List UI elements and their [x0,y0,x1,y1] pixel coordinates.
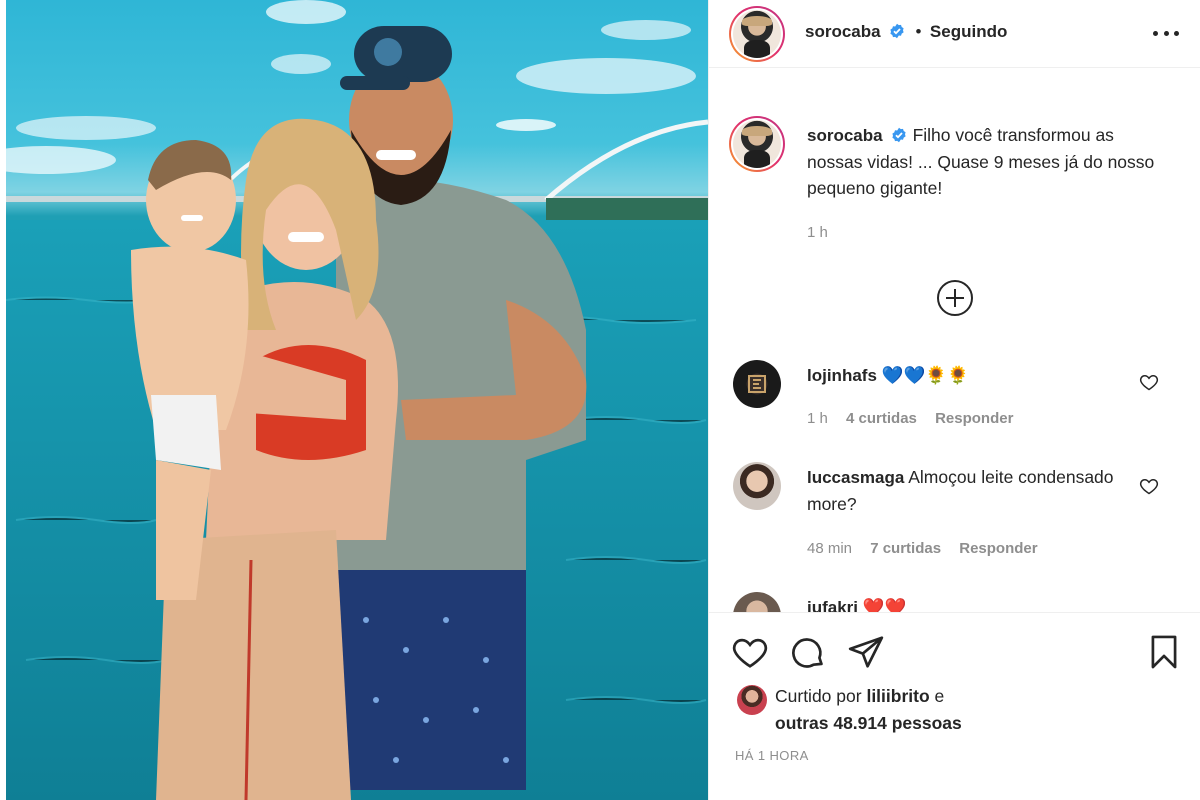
commenter-username[interactable]: luccasmaga [807,468,904,487]
heart-icon[interactable] [1139,372,1159,392]
more-options-icon[interactable] [1153,22,1179,44]
commenter-username[interactable]: iufakri [807,598,858,612]
comment-body: luccasmaga Almoçou leite condensado more… [807,464,1147,517]
reply-button[interactable]: Responder [959,540,1037,557]
reply-button[interactable]: Responder [935,410,1013,427]
comment-text: ❤️❤️ [862,597,907,612]
caption-author-avatar[interactable] [729,116,785,172]
post-photo[interactable] [6,0,708,800]
comment-likes[interactable]: 4 curtidas [846,410,917,427]
header-separator: • [915,22,922,41]
comment-body: iufakri ❤️❤️ [807,594,1147,612]
post-timestamp[interactable]: HÁ 1 HORA [735,748,809,763]
comment-likes[interactable]: 7 curtidas [870,540,941,557]
caption-time[interactable]: 1 h [807,224,828,241]
following-button[interactable]: Seguindo [930,22,1007,41]
logo-icon [748,375,766,393]
verified-badge-icon [890,23,904,39]
liked-connector: e [934,686,945,706]
commenter-avatar[interactable] [733,462,781,510]
liked-by: Curtido por liliibrito e outras 48.914 p… [735,683,1175,743]
heart-icon[interactable] [731,633,769,671]
post-actions: Curtido por liliibrito e outras 48.914 p… [709,612,1200,800]
commenter-username[interactable]: lojinhafs [807,366,877,385]
comment-time[interactable]: 48 min [807,540,852,557]
likes-count[interactable]: outras 48.914 pessoas [775,713,962,733]
photo-illustration [6,0,708,800]
comment-time[interactable]: 1 h [807,410,828,427]
comment-meta: 48 min 7 curtidas Responder [807,540,1052,557]
post-header: sorocaba • Seguindo [709,0,1200,68]
comment-text: 💙💙🌻🌻 [881,365,969,385]
comment-body: lojinhafs 💙💙🌻🌻 [807,362,1147,389]
liker-avatar[interactable] [737,685,767,715]
commenter-avatar[interactable] [733,360,781,408]
liked-prefix: Curtido por [775,686,862,706]
paper-plane-icon[interactable] [847,633,885,671]
author-username[interactable]: sorocaba [805,22,881,41]
caption-text-block: sorocaba Filho você transformou as nossa… [807,122,1167,201]
plus-circle-icon[interactable] [937,280,973,316]
verified-badge-icon [891,127,906,143]
bookmark-icon[interactable] [1145,633,1183,671]
commenter-avatar[interactable] [733,592,781,612]
post-side-panel: sorocaba • Seguindo sorocaba Filho você … [708,0,1200,800]
heart-icon[interactable] [1139,476,1159,496]
author-info: sorocaba • Seguindo [805,22,1007,42]
comment-meta: 1 h 4 curtidas Responder [807,410,1027,427]
comment-bubble-icon[interactable] [789,633,827,671]
caption-username[interactable]: sorocaba [807,126,883,145]
author-avatar[interactable] [729,6,785,62]
liker-username[interactable]: liliibrito [866,686,929,706]
liked-by-text: Curtido por liliibrito e outras 48.914 p… [775,683,962,737]
comment-list: lojinhafs 💙💙🌻🌻 1 h 4 curtidas Responder … [709,340,1200,612]
